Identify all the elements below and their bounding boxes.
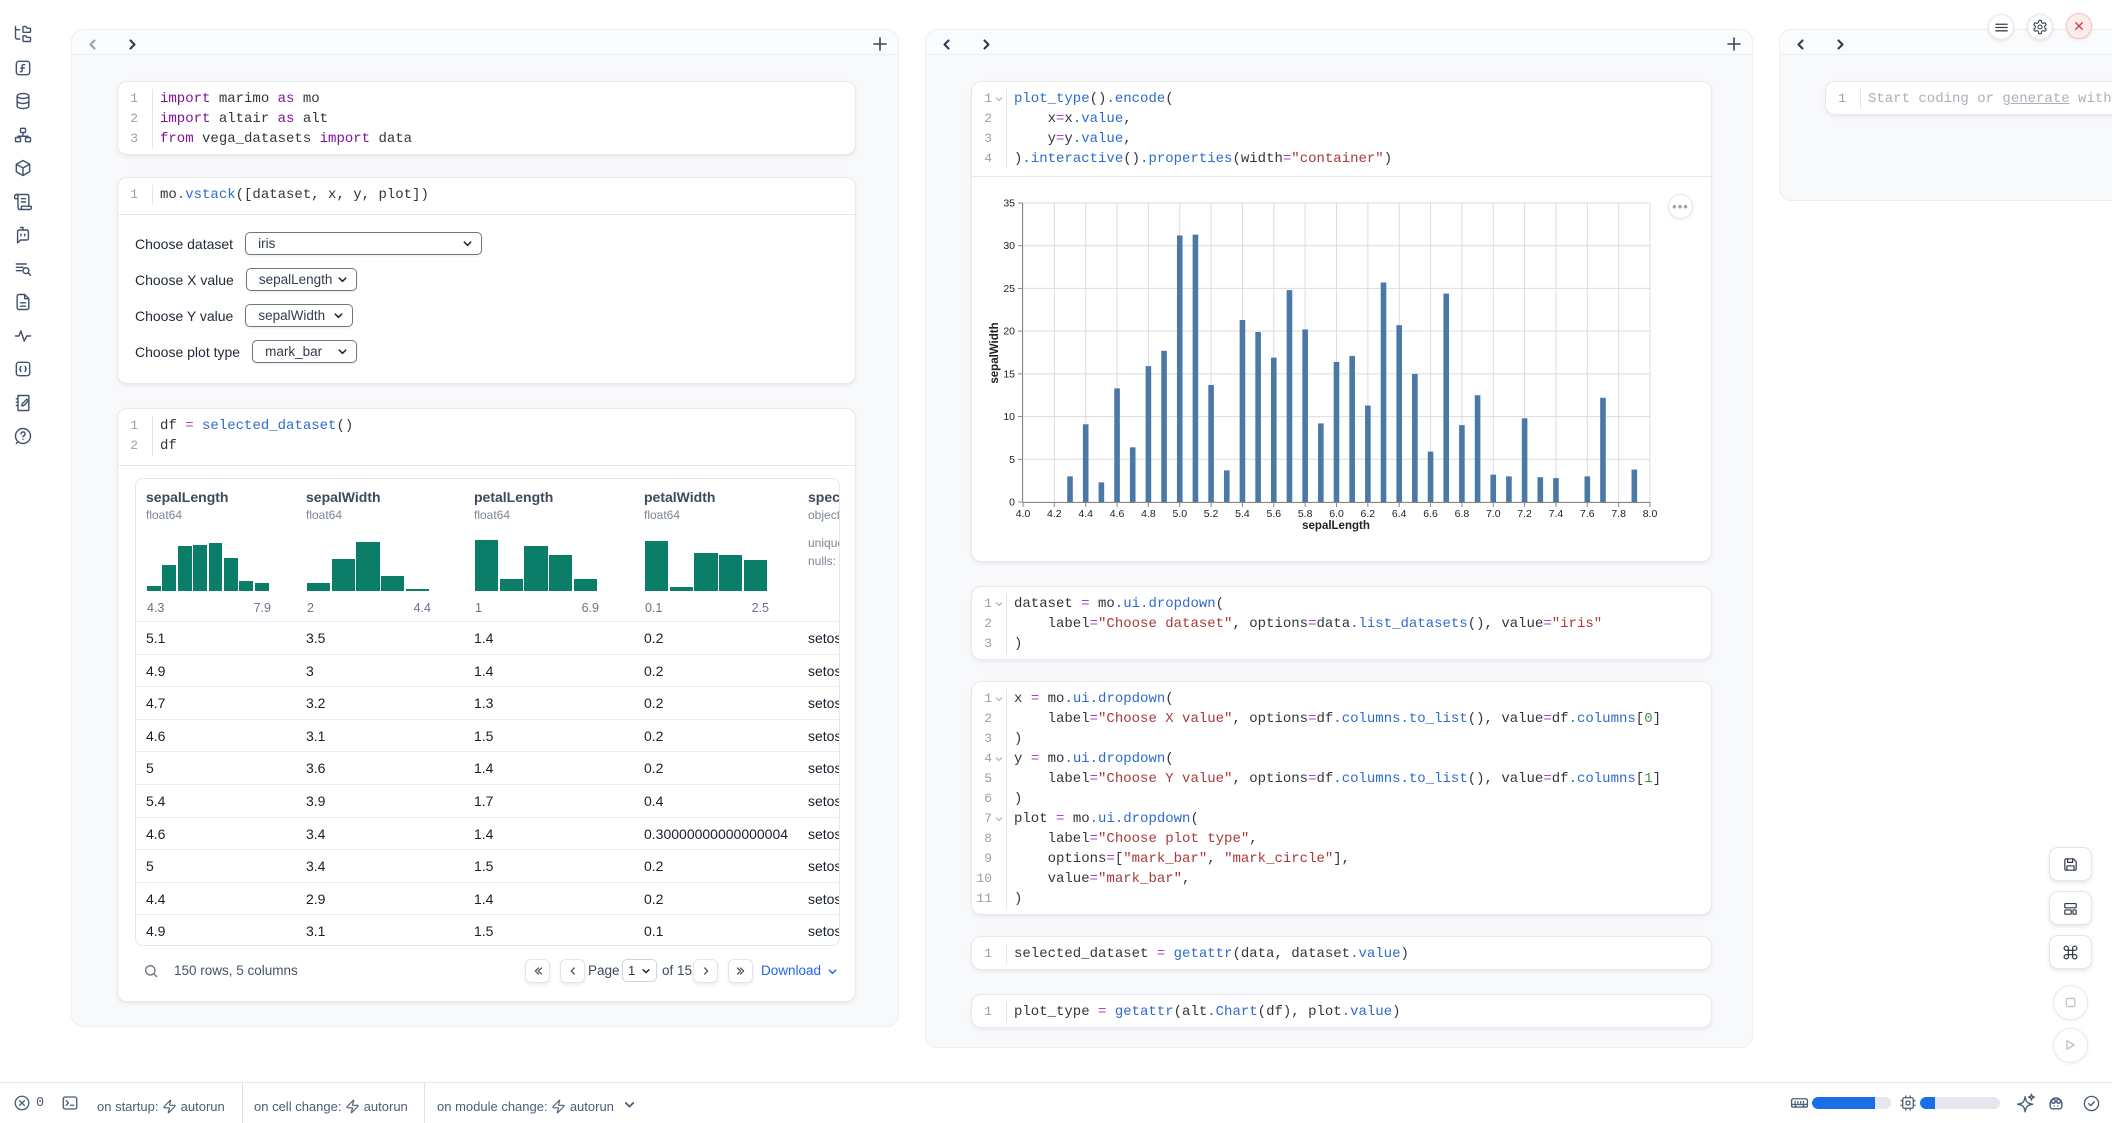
svg-text:6.0: 6.0 (1329, 508, 1344, 520)
svg-text:5.2: 5.2 (1204, 508, 1219, 520)
svg-text:5.0: 5.0 (1172, 508, 1187, 520)
svg-text:7.6: 7.6 (1580, 508, 1595, 520)
svg-text:6.2: 6.2 (1361, 508, 1376, 520)
svg-text:sepalWidth: sepalWidth (989, 322, 1001, 383)
svg-text:4.8: 4.8 (1141, 508, 1156, 520)
svg-text:6.4: 6.4 (1392, 508, 1407, 520)
svg-text:0: 0 (1009, 497, 1015, 509)
svg-text:7.0: 7.0 (1486, 508, 1501, 520)
svg-text:20: 20 (1003, 326, 1015, 338)
svg-text:5.4: 5.4 (1235, 508, 1250, 520)
svg-text:10: 10 (1003, 411, 1015, 423)
svg-text:5: 5 (1009, 454, 1015, 466)
svg-text:8.0: 8.0 (1643, 508, 1658, 520)
svg-text:7.2: 7.2 (1517, 508, 1532, 520)
svg-text:sepalLength: sepalLength (1302, 520, 1370, 532)
svg-text:35: 35 (1003, 198, 1015, 210)
svg-text:4.6: 4.6 (1110, 508, 1125, 520)
svg-text:5.6: 5.6 (1266, 508, 1281, 520)
svg-text:4.0: 4.0 (1016, 508, 1031, 520)
svg-text:6.6: 6.6 (1423, 508, 1438, 520)
svg-text:30: 30 (1003, 240, 1015, 252)
svg-text:15: 15 (1003, 368, 1015, 380)
svg-text:7.4: 7.4 (1549, 508, 1564, 520)
svg-text:5.8: 5.8 (1298, 508, 1313, 520)
svg-text:4.4: 4.4 (1078, 508, 1093, 520)
svg-text:25: 25 (1003, 283, 1015, 295)
svg-text:4.2: 4.2 (1047, 508, 1062, 520)
svg-text:6.8: 6.8 (1455, 508, 1470, 520)
svg-text:7.8: 7.8 (1611, 508, 1626, 520)
